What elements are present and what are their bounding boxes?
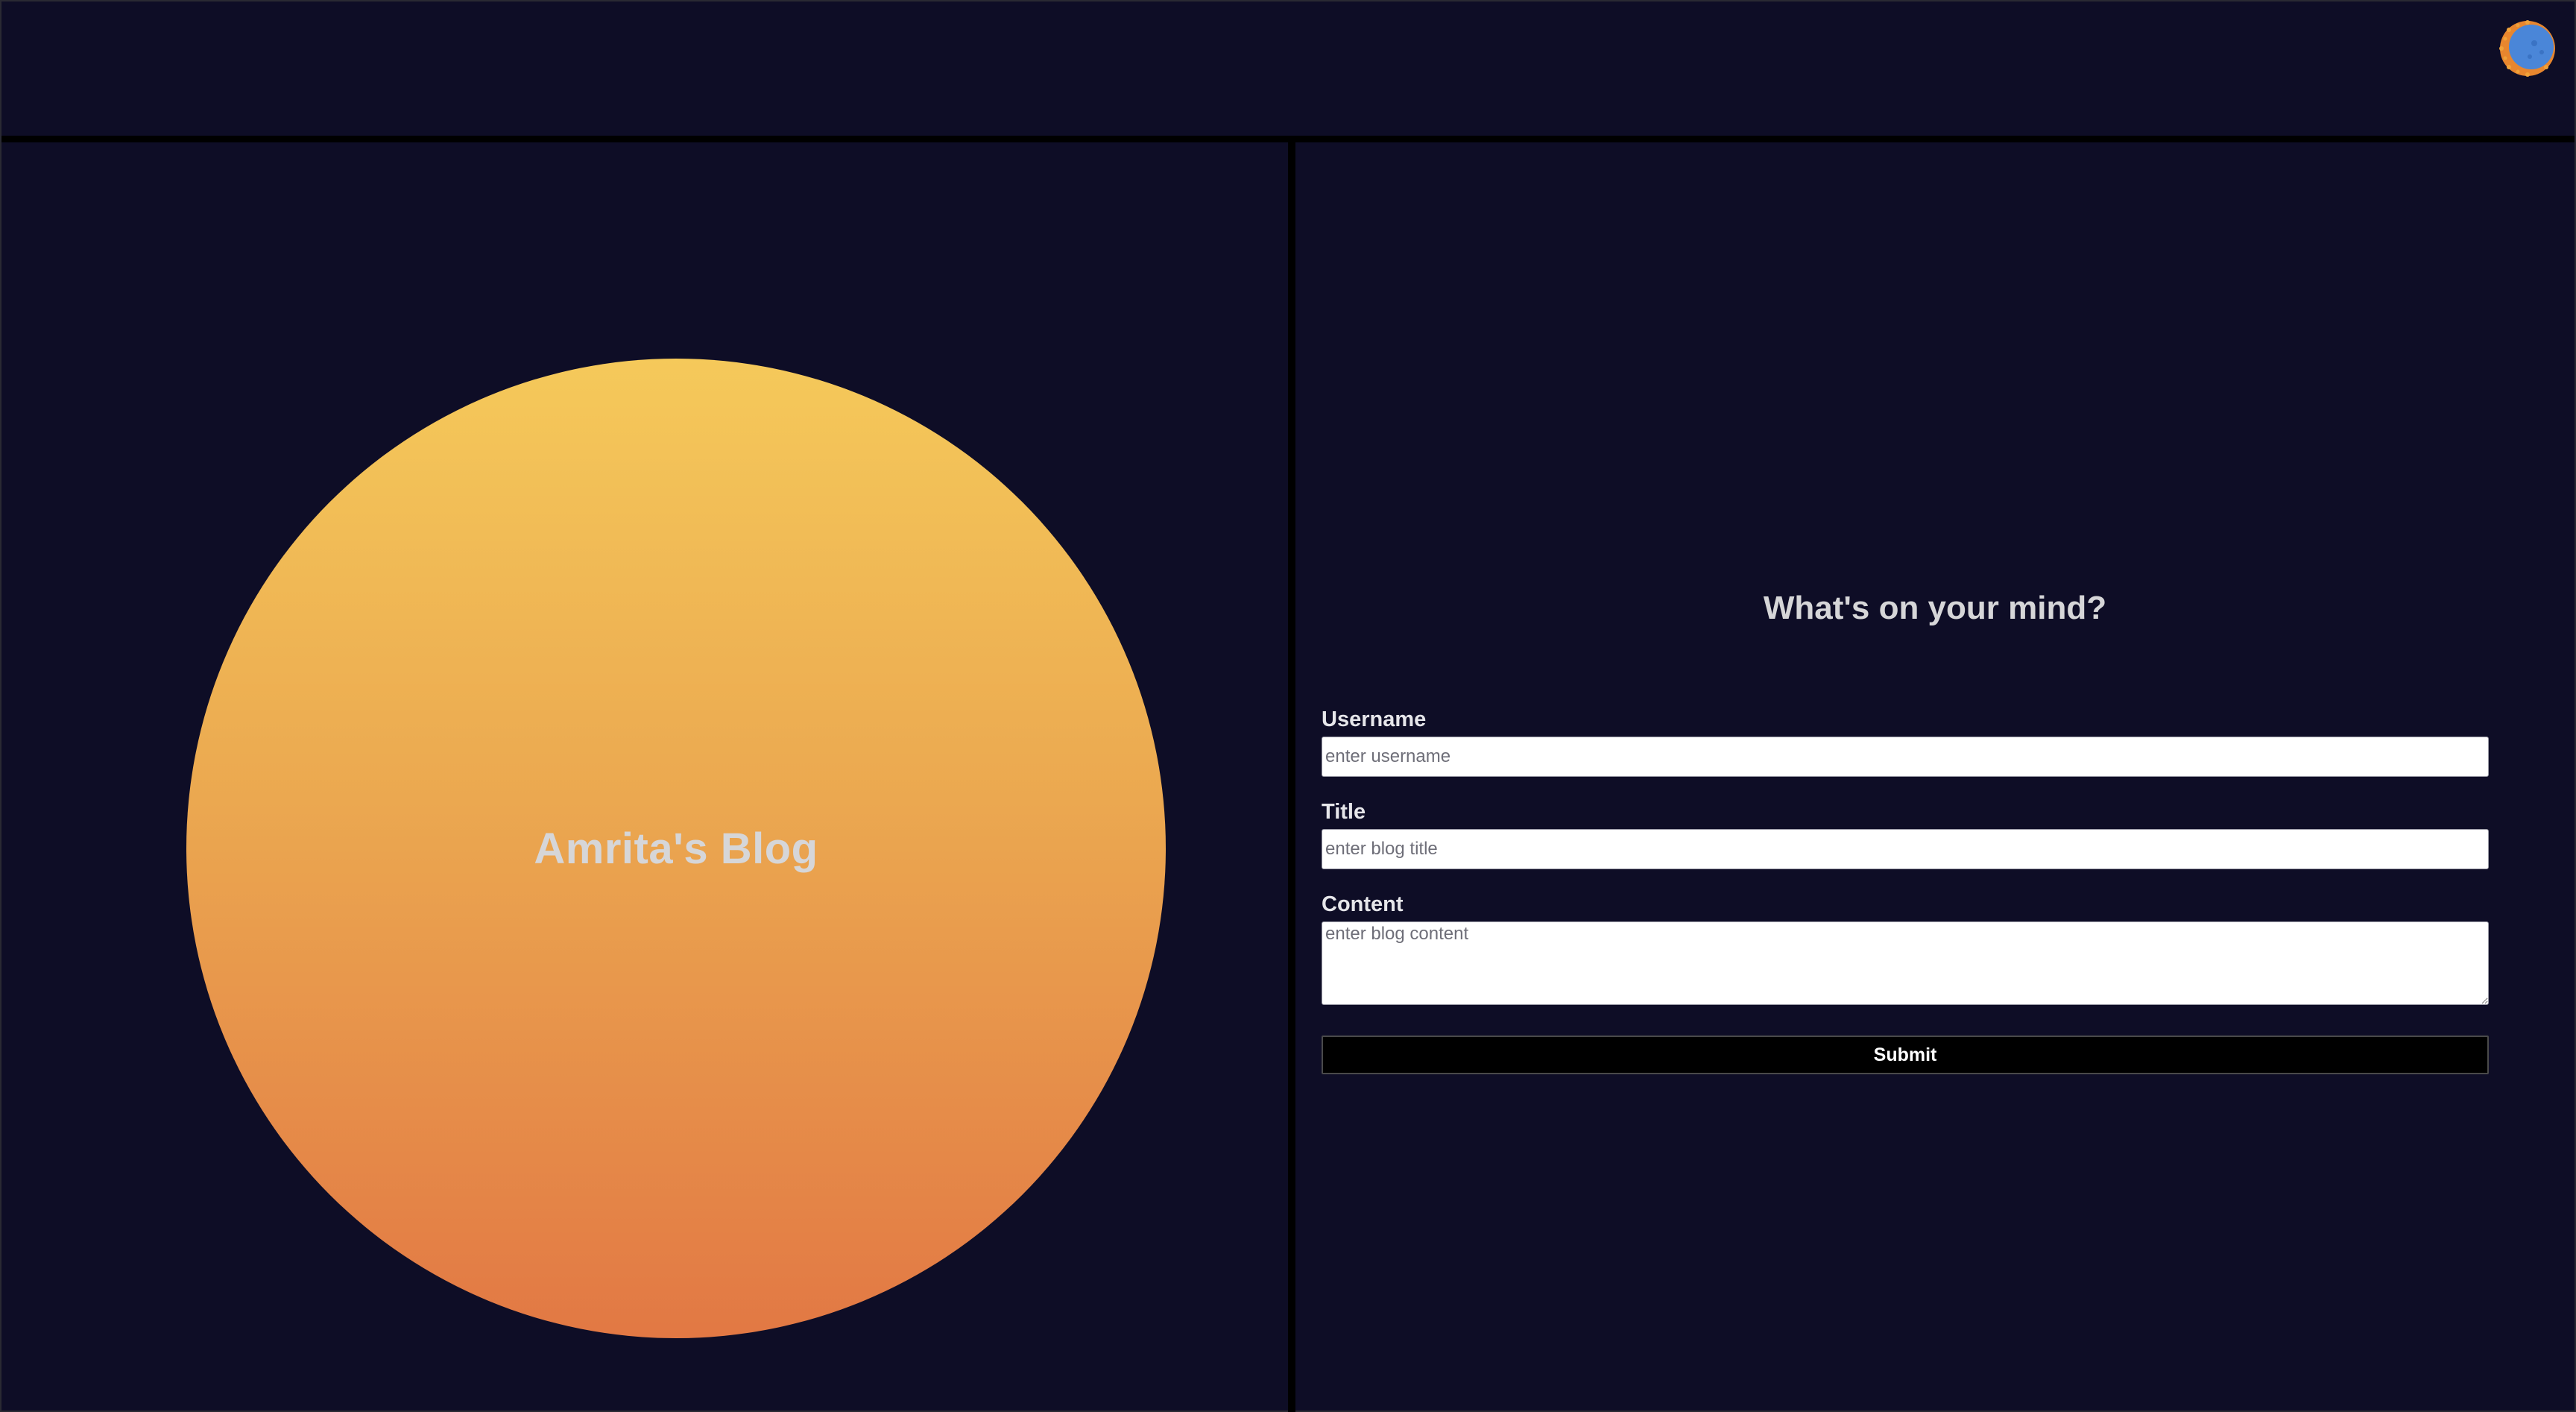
sun-moon-toggle-icon <box>2499 20 2555 77</box>
post-form-panel: What's on your mind? Username Title Cont… <box>1295 142 2575 1412</box>
hero-panel: Amrita's Blog <box>1 142 1288 1412</box>
form-heading: What's on your mind? <box>1763 590 2107 626</box>
theme-toggle-button[interactable] <box>2498 19 2557 78</box>
username-label: Username <box>1322 707 1427 731</box>
username-input[interactable] <box>1322 737 2489 777</box>
blog-title: Amrita's Blog <box>534 824 818 873</box>
content-label: Content <box>1322 892 1404 916</box>
top-bar <box>1 1 2575 136</box>
app-page: Amrita's Blog What's on your mind? Usern… <box>0 0 2576 1412</box>
title-label: Title <box>1322 800 1366 824</box>
header-divider <box>1 136 2575 142</box>
title-input[interactable] <box>1322 829 2489 869</box>
panel-divider <box>1288 142 1295 1412</box>
content-textarea[interactable] <box>1322 921 2489 1005</box>
submit-button[interactable]: Submit <box>1322 1036 2489 1074</box>
hero-sun-circle: Amrita's Blog <box>186 359 1166 1338</box>
